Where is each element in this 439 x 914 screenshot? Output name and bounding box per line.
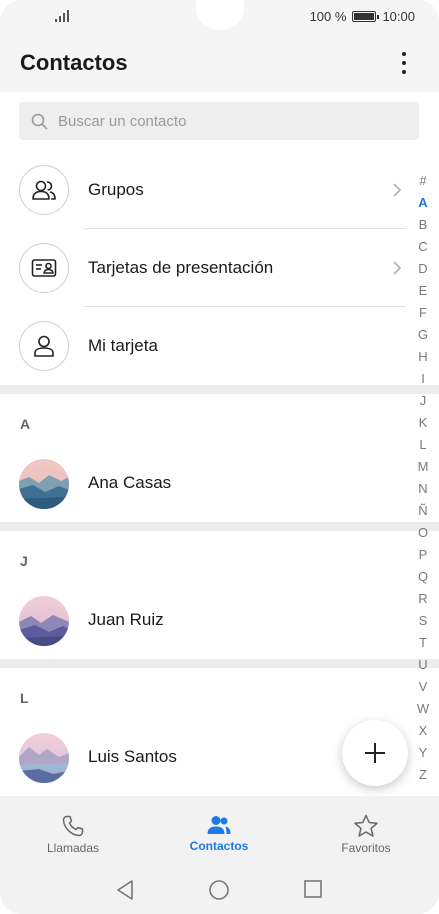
menu-item-groups[interactable]: Grupos: [0, 151, 410, 229]
index-letter[interactable]: L: [419, 434, 426, 456]
menu-item-business-cards[interactable]: Tarjetas de presentación: [0, 229, 410, 307]
nav-label: Llamadas: [46, 841, 100, 855]
more-vertical-icon: [402, 52, 406, 56]
index-letter[interactable]: D: [418, 258, 427, 280]
nav-tab-calls[interactable]: Llamadas: [13, 814, 133, 855]
index-letter[interactable]: M: [418, 456, 429, 478]
index-letter[interactable]: U: [418, 654, 427, 676]
battery-percentage: 100 %: [309, 9, 347, 24]
index-letter[interactable]: X: [419, 720, 428, 742]
nav-label: Favoritos: [341, 841, 391, 855]
index-letter[interactable]: O: [418, 522, 428, 544]
index-letter[interactable]: T: [419, 632, 427, 654]
camera-notch: [196, 0, 244, 30]
index-letter[interactable]: S: [419, 610, 428, 632]
nav-tab-favorites[interactable]: Favoritos: [306, 814, 426, 855]
index-letter[interactable]: K: [419, 412, 428, 434]
bottom-navigation: Llamadas Contactos Favoritos: [0, 796, 439, 866]
section-header: L: [20, 690, 29, 706]
avatar: [19, 596, 69, 646]
menu-item-label: Tarjetas de presentación: [88, 258, 274, 277]
clock: 10:00: [382, 9, 415, 24]
section-separator: [0, 659, 439, 668]
business-card-icon: [19, 243, 69, 293]
section-header: J: [20, 553, 28, 569]
back-triangle-icon[interactable]: [115, 879, 135, 901]
signal-icon: [55, 10, 71, 22]
contacts-list: Buscar un contacto Grupos Tarjetas de pr…: [0, 92, 439, 796]
chevron-right-icon: [393, 183, 402, 197]
index-letter[interactable]: Y: [419, 742, 428, 764]
index-letter[interactable]: H: [418, 346, 427, 368]
plus-icon: [365, 743, 385, 763]
phone-icon: [62, 815, 84, 837]
search-placeholder: Buscar un contacto: [58, 112, 187, 130]
index-letter[interactable]: #: [419, 170, 426, 192]
star-icon: [354, 814, 378, 837]
status-right: 100 % 10:00: [310, 9, 415, 24]
index-letter[interactable]: J: [420, 390, 427, 412]
add-contact-button[interactable]: [342, 720, 408, 786]
section-separator: [0, 522, 439, 531]
index-letter[interactable]: Z: [419, 764, 427, 786]
status-bar: 100 % 10:00: [0, 0, 439, 36]
index-letter[interactable]: I: [421, 368, 425, 390]
system-navigation-bar: [0, 866, 439, 914]
home-circle-icon[interactable]: [208, 879, 230, 901]
nav-label: Contactos: [189, 839, 249, 853]
battery-icon: [352, 11, 380, 22]
menu-item-label: Mi tarjeta: [88, 336, 158, 355]
index-letter[interactable]: Ñ: [418, 500, 427, 522]
group-icon: [19, 165, 69, 215]
nav-tab-contacts[interactable]: Contactos: [159, 814, 279, 853]
index-letter[interactable]: Q: [418, 566, 428, 588]
section-header: A: [20, 416, 31, 432]
contact-name: Ana Casas: [88, 473, 172, 492]
page-title: Contactos: [20, 50, 128, 75]
section-separator: [0, 385, 439, 394]
index-letter[interactable]: F: [419, 302, 427, 324]
index-letter[interactable]: P: [419, 544, 428, 566]
recents-square-icon[interactable]: [303, 879, 323, 899]
chevron-right-icon: [393, 261, 402, 275]
contact-row[interactable]: Juan Ruiz: [0, 586, 410, 666]
phone-screen: 100 % 10:00 Contactos Buscar un contacto: [0, 0, 439, 914]
menu-item-label: Grupos: [88, 180, 144, 199]
contact-row[interactable]: Ana Casas: [0, 449, 410, 529]
index-letter[interactable]: A: [418, 192, 427, 214]
search-icon: [31, 113, 48, 129]
index-letter[interactable]: N: [418, 478, 427, 500]
app-header: Contactos: [0, 36, 439, 92]
index-letter[interactable]: R: [418, 588, 427, 610]
search-input[interactable]: Buscar un contacto: [19, 102, 419, 140]
contact-name: Juan Ruiz: [88, 610, 164, 629]
index-letter[interactable]: C: [418, 236, 427, 258]
more-options-button[interactable]: [389, 48, 419, 78]
contacts-icon: [207, 816, 231, 834]
index-letter[interactable]: G: [418, 324, 428, 346]
index-letter[interactable]: W: [417, 698, 429, 720]
contact-name: Luis Santos: [88, 747, 177, 766]
alphabet-index[interactable]: # A B C D E F G H I J K L M N Ñ O P Q R S T U V W X Y Z: [415, 170, 431, 786]
index-letter[interactable]: E: [419, 280, 428, 302]
person-icon: [19, 321, 69, 371]
index-letter[interactable]: B: [419, 214, 428, 236]
menu-item-my-card[interactable]: Mi tarjeta: [0, 307, 410, 385]
avatar: [19, 733, 69, 783]
index-letter[interactable]: V: [419, 676, 428, 698]
avatar: [19, 459, 69, 509]
